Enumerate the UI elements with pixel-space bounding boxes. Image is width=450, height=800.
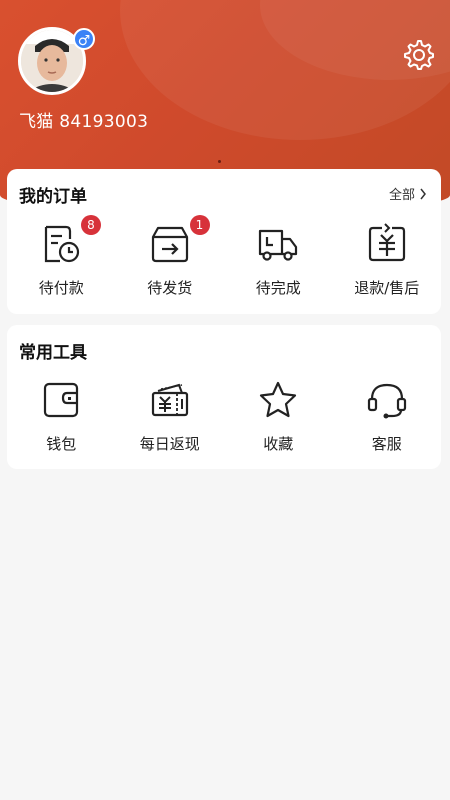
chevron-right-icon xyxy=(420,188,426,199)
pending-payment-badge: 8 xyxy=(81,215,101,235)
gear-icon xyxy=(404,40,434,70)
delivery-truck-icon xyxy=(259,229,298,261)
order-item-refund[interactable]: 退款/售后 xyxy=(333,221,442,301)
tools-list: 钱包 每日返现 收藏 客服 xyxy=(7,377,441,457)
headset-icon xyxy=(367,383,406,419)
wallet-icon xyxy=(44,382,79,418)
order-item-pending-payment[interactable]: 8 待付款 xyxy=(7,215,116,301)
order-item-label: 待发货 xyxy=(147,279,193,297)
order-item-pending-shipment[interactable]: 1 待发货 xyxy=(116,215,225,301)
tool-item-label: 每日返现 xyxy=(139,435,200,453)
order-item-label: 待付款 xyxy=(38,279,84,297)
tools-title: 常用工具 xyxy=(19,343,87,363)
username: 飞猫 84193003 xyxy=(19,112,149,132)
refund-icon xyxy=(368,223,405,262)
tool-item-cashback[interactable]: 每日返现 xyxy=(116,377,225,457)
tools-card: 常用工具 钱包 每日返现 收藏 客服 xyxy=(7,325,441,469)
view-all-orders-link[interactable]: 全部 xyxy=(389,184,427,203)
settings-button[interactable] xyxy=(402,38,436,72)
pending-payment-icon xyxy=(45,225,80,263)
tool-item-wallet[interactable]: 钱包 xyxy=(7,377,116,457)
order-item-label: 待完成 xyxy=(255,279,301,297)
gender-badge: ♂ xyxy=(73,28,95,50)
tool-item-customer-service[interactable]: 客服 xyxy=(333,377,442,457)
decorative-dot xyxy=(218,160,221,163)
order-item-to-complete[interactable]: 待完成 xyxy=(224,221,333,301)
pending-shipment-badge: 1 xyxy=(189,215,210,235)
order-item-label: 退款/售后 xyxy=(354,279,420,297)
orders-card: 我的订单 全部 8 待付款 1 待发货 待完成 退款/售后 xyxy=(7,169,441,314)
star-icon xyxy=(260,381,297,418)
order-status-list: 8 待付款 1 待发货 待完成 退款/售后 xyxy=(7,215,442,301)
view-all-label: 全部 xyxy=(388,188,415,203)
cashback-icon xyxy=(151,383,188,417)
tool-item-label: 收藏 xyxy=(263,435,294,453)
pending-shipment-icon xyxy=(151,226,188,263)
tool-item-favorites[interactable]: 收藏 xyxy=(224,377,333,457)
tool-item-label: 钱包 xyxy=(46,435,77,453)
orders-title: 我的订单 xyxy=(19,187,87,207)
tool-item-label: 客服 xyxy=(371,435,402,453)
